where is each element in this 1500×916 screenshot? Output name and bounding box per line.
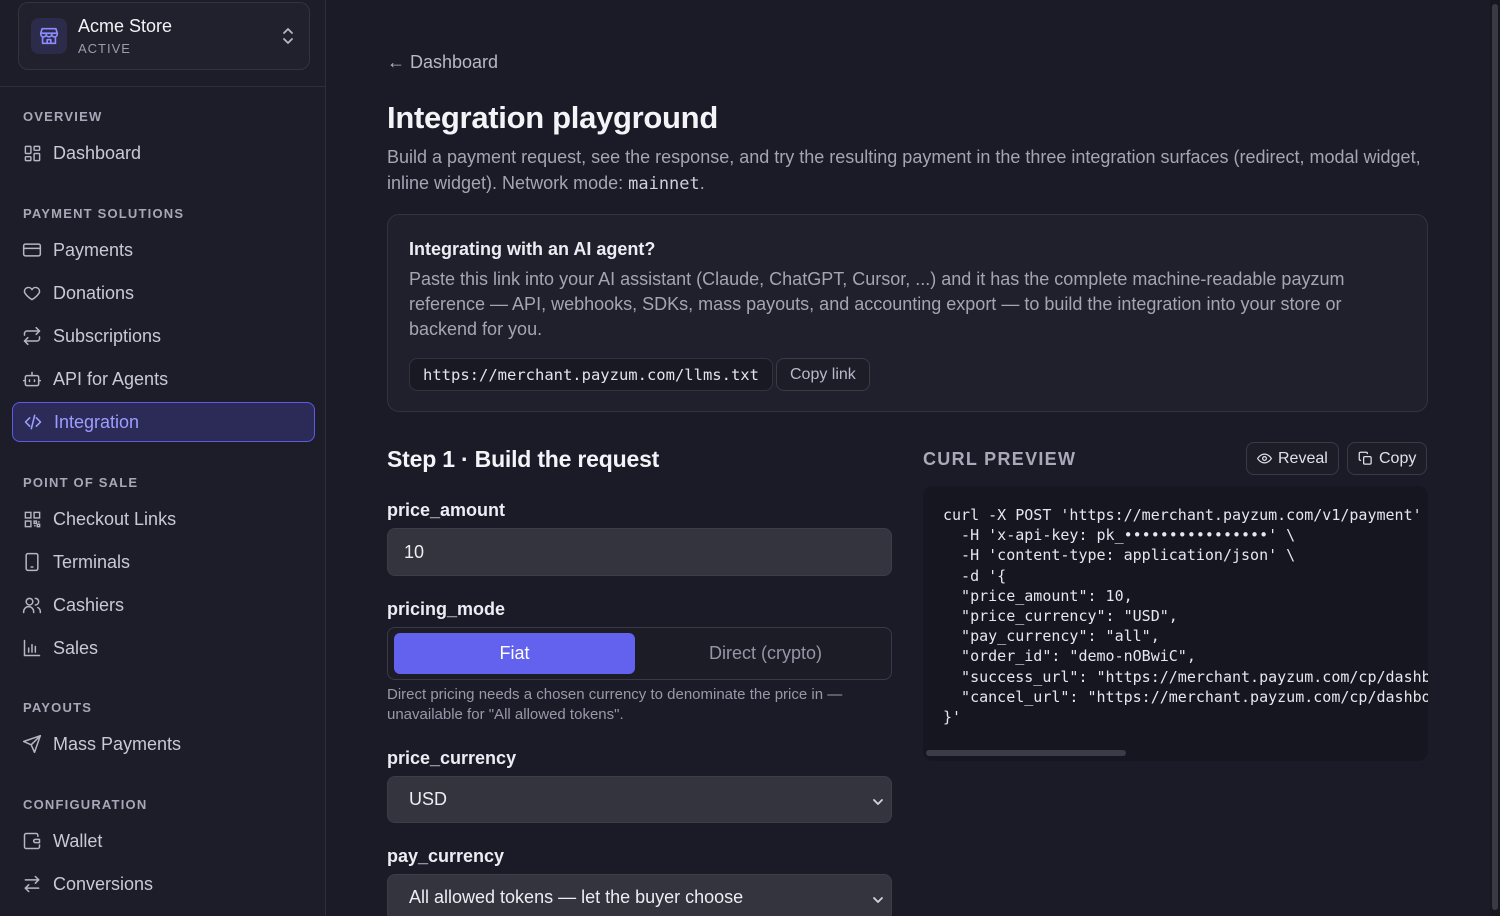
curl-preview-label: CURL PREVIEW [923,449,1077,469]
card-icon [22,240,42,260]
curl-code: curl -X POST 'https://merchant.payzum.co… [943,506,1428,727]
sidebar-item-mass-payments[interactable]: Mass Payments [12,724,315,764]
sidebar-item-conversions[interactable]: Conversions [12,864,315,904]
section-label-overview: OVERVIEW [23,109,103,124]
tablet-icon [22,552,42,572]
price-currency-value: USD [409,789,448,809]
reveal-button[interactable]: Reveal [1246,442,1339,475]
pay-currency-select[interactable]: All allowed tokens — let the buyer choos… [387,874,892,916]
price-amount-label: price_amount [387,500,506,520]
page-scrollbar[interactable] [1490,0,1500,916]
copy-label: Copy [1379,449,1417,467]
pay-currency-value: All allowed tokens — let the buyer choos… [409,887,744,907]
sidebar-item-label: Payments [53,239,134,260]
sidebar-item-payments[interactable]: Payments [12,230,315,270]
sidebar-item-cashiers[interactable]: Cashiers [12,585,315,625]
back-to-dashboard-link[interactable]: ← Dashboard [387,52,498,73]
eye-icon [1257,453,1272,464]
pricing-mode-label: pricing_mode [387,599,506,619]
price-currency-select[interactable]: USD [387,776,892,823]
sidebar-item-sales[interactable]: Sales [12,628,315,668]
wallet-icon [22,831,42,851]
chevron-up-down-icon [281,25,295,52]
sidebar-item-label: Mass Payments [53,733,182,754]
ai-card-title: Integrating with an AI agent? [409,239,656,259]
sidebar-item-label: Wallet [53,830,103,851]
store-name: Acme Store [78,16,173,36]
sidebar-item-label: Cashiers [53,594,125,615]
curl-code-block: curl -X POST 'https://merchant.payzum.co… [923,486,1428,761]
sidebar-item-subscriptions[interactable]: Subscriptions [12,316,315,356]
send-icon [22,734,42,754]
description-text: Build a payment request, see the respons… [387,147,1421,193]
section-label-payouts: PAYOUTS [23,700,93,715]
sidebar-item-wallet[interactable]: Wallet [12,821,315,861]
copy-icon [1358,451,1372,465]
ai-agent-card: Integrating with an AI agent? Paste this… [387,214,1428,412]
sidebar-item-label: Terminals [53,551,131,572]
chevron-down-icon [871,793,885,814]
section-label-configuration: CONFIGURATION [23,797,148,812]
network-mode: mainnet [628,174,700,194]
sidebar-item-integration[interactable]: Integration [12,402,315,442]
copy-link-button[interactable]: Copy link [776,358,870,391]
sidebar-item-label: Sales [53,637,99,658]
step-1-title: Step 1 · Build the request [387,446,660,472]
store-switcher[interactable]: Acme Store ACTIVE [18,2,310,70]
page-title: Integration playground [387,100,718,135]
sidebar-item-label: Subscriptions [53,325,162,346]
page-description: Build a payment request, see the respons… [387,144,1427,197]
code-icon [23,412,43,432]
robot-icon [22,369,42,389]
sidebar-item-label: Conversions [53,873,154,894]
sidebar-item-label: Donations [53,282,135,303]
repeat-icon [22,326,42,346]
section-label-payment-solutions: PAYMENT SOLUTIONS [23,206,185,221]
pricing-mode-direct-option[interactable]: Direct (crypto) [645,633,886,674]
users-icon [22,595,42,615]
page-scrollbar-thumb[interactable] [1492,4,1498,910]
price-amount-input[interactable]: 10 [387,528,892,576]
code-horizontal-scrollbar[interactable] [926,750,1126,756]
llms-link-field[interactable]: https://merchant.payzum.com/llms.txt [409,358,773,391]
heart-icon [22,283,42,303]
ai-card-text: Paste this link into your AI assistant (… [409,269,1345,339]
sidebar-item-checkout-links[interactable]: Checkout Links [12,499,315,539]
bar-chart-icon [22,638,42,658]
description-end: . [699,173,705,193]
sidebar-item-label: Checkout Links [53,508,177,529]
sidebar-item-label: Dashboard [53,142,142,163]
pricing-mode-hint: Direct pricing needs a chosen currency t… [387,686,843,723]
store-status: ACTIVE [78,41,131,56]
reveal-label: Reveal [1278,449,1328,467]
sidebar-item-terminals[interactable]: Terminals [12,542,315,582]
pricing-mode-fiat-option[interactable]: Fiat [394,633,635,674]
price-currency-label: price_currency [387,748,517,768]
sidebar-divider [0,86,326,87]
sidebar: Acme Store ACTIVE OVERVIEW Dashboard PAY… [0,0,326,916]
copy-curl-button[interactable]: Copy [1347,442,1428,475]
grid-icon [22,143,42,163]
chevron-down-icon [871,891,885,912]
store-icon [31,18,67,54]
pay-currency-label: pay_currency [387,846,505,866]
section-label-point-of-sale: POINT OF SALE [23,475,139,490]
swap-icon [22,874,42,894]
pricing-mode-toggle: Fiat Direct (crypto) [387,627,892,680]
sidebar-item-api-for-agents[interactable]: API for Agents [12,359,315,399]
qr-icon [22,509,42,529]
sidebar-item-label: Integration [54,411,140,432]
sidebar-item-label: API for Agents [53,368,169,389]
sidebar-item-donations[interactable]: Donations [12,273,315,313]
sidebar-item-dashboard[interactable]: Dashboard [12,133,315,173]
